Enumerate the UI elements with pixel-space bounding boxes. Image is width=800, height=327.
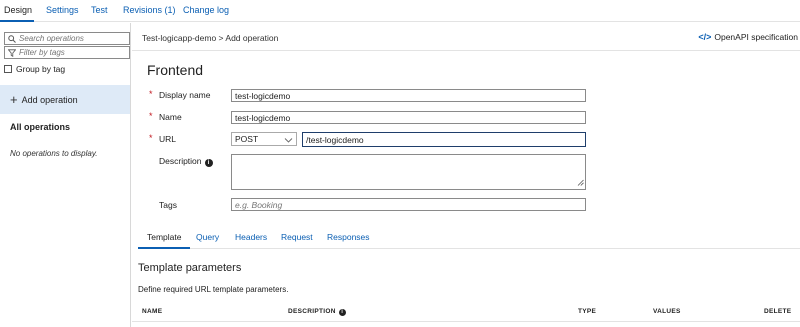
tab-headers[interactable]: Headers bbox=[235, 232, 267, 242]
tab-revisions[interactable]: Revisions (1) bbox=[123, 5, 176, 15]
url-template-input[interactable] bbox=[302, 132, 586, 147]
tab-change-log[interactable]: Change log bbox=[183, 5, 229, 15]
operations-sidebar: Group by tag + Add operation All operati… bbox=[0, 23, 131, 327]
description-label-text: Description bbox=[159, 156, 202, 166]
all-operations-heading: All operations bbox=[10, 122, 71, 132]
openapi-specification-button[interactable]: </> OpenAPI specification bbox=[698, 32, 798, 42]
url-label: URL bbox=[159, 134, 177, 144]
top-tab-bar: Design Settings Test Revisions (1) Chang… bbox=[0, 0, 800, 22]
parameter-tab-bar: Template Query Headers Request Responses bbox=[138, 225, 800, 249]
tab-request[interactable]: Request bbox=[281, 232, 313, 242]
code-icon: </> bbox=[698, 32, 712, 42]
filter-tags-input[interactable] bbox=[19, 47, 127, 58]
name-input[interactable] bbox=[231, 111, 586, 124]
tab-template[interactable]: Template bbox=[147, 232, 182, 242]
active-subtab-indicator bbox=[138, 247, 190, 249]
name-label: Name bbox=[159, 112, 182, 122]
empty-operations-text: No operations to display. bbox=[10, 149, 98, 158]
column-header-description-text: DESCRIPTION bbox=[288, 308, 336, 315]
info-icon[interactable]: i bbox=[204, 159, 213, 167]
openapi-specification-label: OpenAPI specification bbox=[714, 32, 798, 42]
plus-icon: + bbox=[10, 92, 18, 107]
search-operations-box[interactable] bbox=[4, 32, 130, 45]
template-parameters-heading: Template parameters bbox=[138, 262, 242, 274]
add-operation-button[interactable]: + Add operation bbox=[0, 85, 130, 114]
search-operations-input[interactable] bbox=[19, 33, 127, 44]
column-header-description: DESCRIPTION i bbox=[288, 308, 346, 316]
search-icon bbox=[5, 34, 19, 43]
description-label: Description i bbox=[159, 156, 213, 167]
tab-responses[interactable]: Responses bbox=[327, 232, 370, 242]
column-header-delete: DELETE bbox=[764, 308, 792, 315]
breadcrumb: Test-logicapp-demo > Add operation bbox=[142, 33, 279, 43]
add-operation-label: Add operation bbox=[21, 94, 78, 105]
group-by-tag-toggle[interactable]: Group by tag bbox=[4, 64, 65, 74]
template-parameters-description: Define required URL template parameters. bbox=[138, 285, 289, 294]
display-name-input[interactable] bbox=[231, 89, 586, 102]
required-marker: * bbox=[149, 133, 153, 143]
tab-test[interactable]: Test bbox=[91, 5, 108, 15]
column-header-values: VALUES bbox=[653, 308, 681, 315]
tab-query[interactable]: Query bbox=[196, 232, 219, 242]
tags-input[interactable] bbox=[231, 198, 586, 211]
http-method-select[interactable]: POST bbox=[231, 132, 297, 146]
filter-tags-box[interactable] bbox=[4, 46, 130, 59]
column-header-name: NAME bbox=[142, 308, 163, 315]
group-by-tag-label: Group by tag bbox=[16, 64, 66, 74]
group-by-tag-checkbox[interactable] bbox=[4, 65, 12, 73]
active-tab-indicator bbox=[0, 20, 34, 22]
http-method-value: POST bbox=[235, 134, 259, 144]
parameters-table-header: NAME DESCRIPTION i TYPE VALUES DELETE bbox=[132, 302, 800, 322]
display-name-label: Display name bbox=[159, 90, 211, 100]
tags-label: Tags bbox=[159, 200, 177, 210]
tab-settings[interactable]: Settings bbox=[46, 5, 79, 15]
resize-grip-icon[interactable] bbox=[577, 178, 584, 188]
chevron-down-icon bbox=[284, 135, 293, 147]
info-icon[interactable]: i bbox=[338, 309, 346, 316]
required-marker: * bbox=[149, 111, 153, 121]
description-textarea[interactable] bbox=[231, 154, 586, 190]
header-bar: Test-logicapp-demo > Add operation </> O… bbox=[132, 23, 800, 51]
column-header-type: TYPE bbox=[578, 308, 597, 315]
required-marker: * bbox=[149, 89, 153, 99]
tab-design[interactable]: Design bbox=[4, 5, 32, 15]
filter-icon bbox=[5, 48, 19, 57]
frontend-heading: Frontend bbox=[147, 62, 204, 78]
